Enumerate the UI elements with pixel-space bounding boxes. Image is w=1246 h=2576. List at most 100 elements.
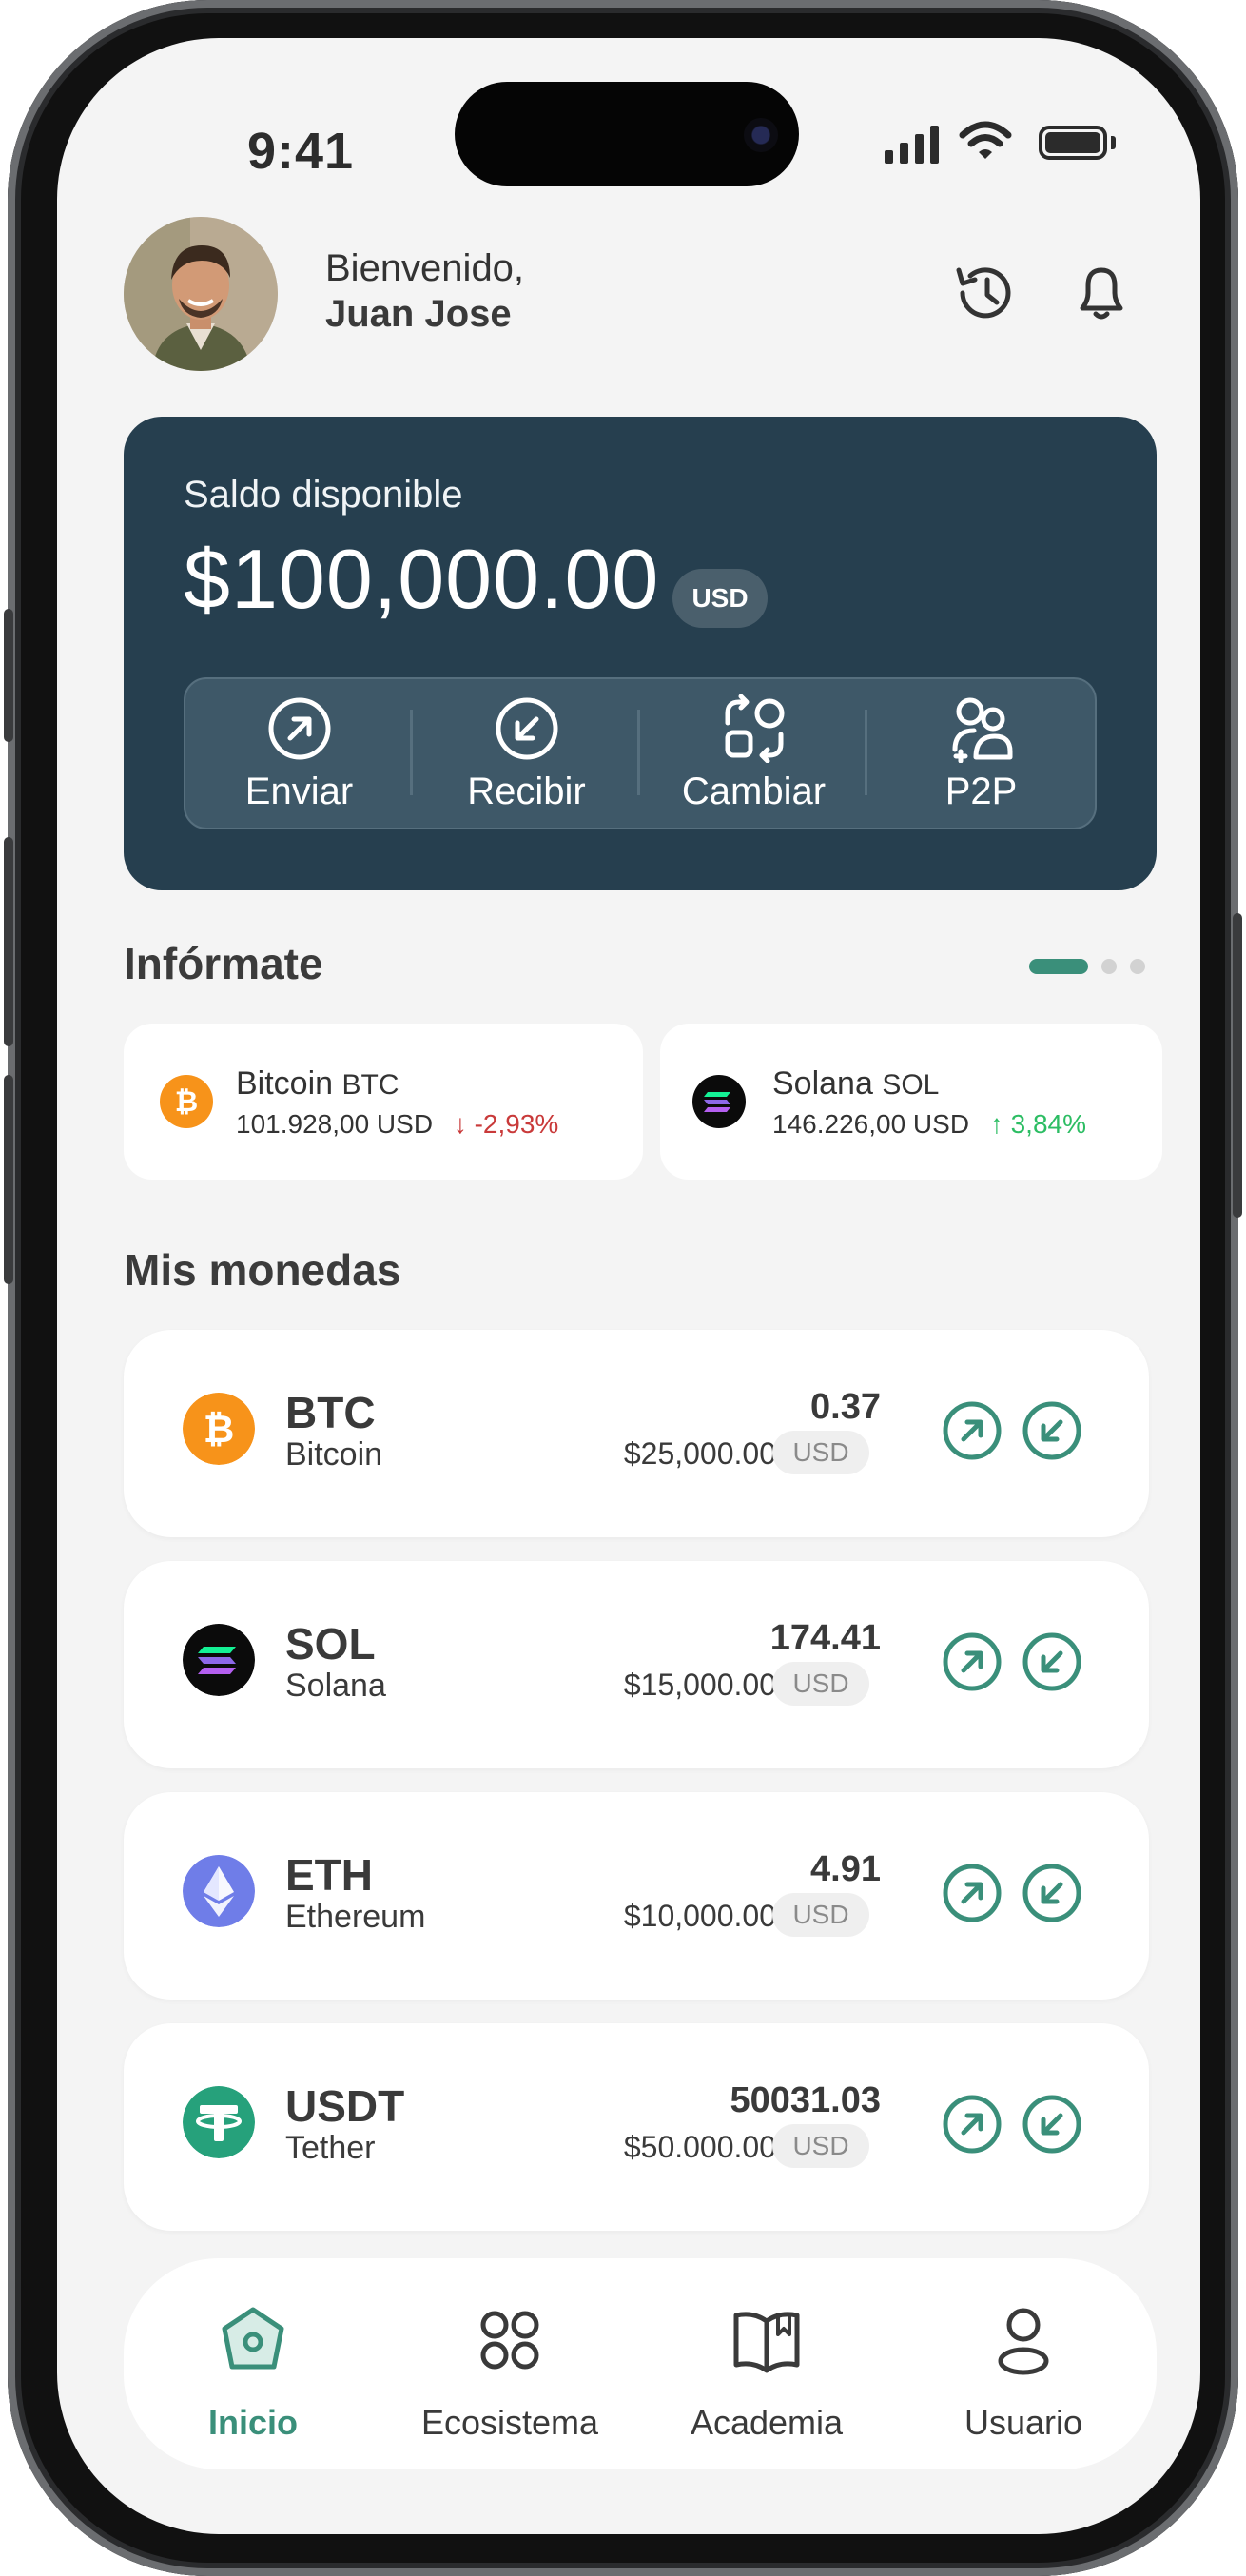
avatar[interactable]	[124, 217, 278, 371]
coin-symbol: ETH	[285, 1850, 373, 1900]
solana-icon	[692, 1075, 746, 1128]
volume-down-button	[4, 1075, 13, 1284]
send-arrow-icon[interactable]	[942, 1631, 1003, 1692]
app-screen: 9:41 Bienvenido, Juan Jose Saldo disponi…	[57, 38, 1200, 2534]
carousel-dot[interactable]	[1101, 959, 1117, 974]
ticker-card-btc[interactable]: ₿ Bitcoin BTC 101.928,00 USD ↓ -2,93%	[124, 1024, 643, 1180]
coin-name: Bitcoin	[285, 1436, 383, 1473]
volume-up-button	[4, 837, 13, 1046]
ticker-symbol: SOL	[882, 1069, 940, 1101]
coin-usd-value: $15,000.00	[623, 1668, 776, 1702]
coins-section-title: Mis monedas	[124, 1245, 401, 1295]
receive-arrow-icon[interactable]	[1022, 1863, 1082, 1923]
bitcoin-icon: ₿	[183, 1393, 255, 1465]
nav-item-inicio[interactable]: Inicio	[148, 2258, 358, 2469]
coin-usd-value: $50.000.00	[623, 2130, 776, 2164]
home-icon	[222, 2307, 284, 2370]
send-arrow-icon[interactable]	[942, 1400, 1003, 1461]
nav-item-academia[interactable]: Academia	[662, 2258, 871, 2469]
coin-row-usdt[interactable]: USDT Tether 50031.03 $50.000.00 USD	[124, 2023, 1149, 2231]
nav-label: Academia	[690, 2403, 844, 2442]
coin-amount: 50031.03	[730, 2080, 882, 2120]
ticker-name-text: Solana	[772, 1065, 873, 1102]
coin-amount: 0.37	[810, 1387, 881, 1427]
coin-name: Solana	[285, 1668, 386, 1704]
p2p-button[interactable]: P2P	[867, 679, 1095, 828]
coin-symbol: BTC	[285, 1388, 376, 1437]
send-label: Enviar	[244, 771, 354, 812]
coin-row-eth[interactable]: ETH Ethereum 4.91 $10,000.00 USD	[124, 1792, 1149, 2000]
coin-name: Tether	[285, 2130, 376, 2166]
receive-arrow-icon[interactable]	[1022, 1631, 1082, 1692]
send-arrow-icon[interactable]	[942, 2094, 1003, 2155]
ticker-change-down: ↓ -2,93%	[453, 1109, 559, 1139]
book-icon	[733, 2312, 800, 2373]
exchange-button[interactable]: Cambiar	[640, 679, 867, 828]
p2p-label: P2P	[944, 771, 1018, 812]
ticker-name-text: Bitcoin	[236, 1065, 334, 1102]
grid-circles-icon	[480, 2311, 539, 2370]
balance-amount: $100,000.00	[184, 532, 660, 626]
wifi-icon	[959, 121, 1012, 159]
avatar-photo	[124, 217, 278, 371]
signal-icon	[885, 124, 939, 164]
nav-label: Usuario	[964, 2403, 1083, 2442]
info-section-title: Infórmate	[124, 939, 323, 988]
ticker-price-row: 101.928,00 USD ↓ -2,93%	[236, 1109, 558, 1140]
ticker-change-up: ↑ 3,84%	[989, 1109, 1086, 1139]
send-arrow-icon	[268, 697, 330, 760]
ticker-card-sol[interactable]: Solana SOL 146.226,00 USD ↑ 3,84%	[660, 1024, 1162, 1180]
send-arrow-icon[interactable]	[942, 1863, 1003, 1923]
coin-row-sol[interactable]: SOL Solana 174.41 $15,000.00 USD	[124, 1561, 1149, 1768]
send-button[interactable]: Enviar	[185, 679, 413, 828]
bitcoin-icon: ₿	[160, 1075, 213, 1128]
ticker-name: Solana SOL	[772, 1065, 939, 1103]
quick-actions: Enviar Recibir Cambiar P2P	[184, 677, 1097, 829]
ticker-price-row: 146.226,00 USD ↑ 3,84%	[772, 1109, 1086, 1140]
exchange-label: Cambiar	[681, 771, 827, 812]
carousel-dot-active[interactable]	[1029, 959, 1088, 974]
bell-icon[interactable]	[1065, 257, 1138, 329]
power-button	[1233, 913, 1242, 1218]
coin-name: Ethereum	[285, 1899, 426, 1935]
currency-pill: USD	[772, 1662, 869, 1706]
user-name: Juan Jose	[325, 293, 512, 335]
coin-symbol: SOL	[285, 1619, 376, 1669]
coin-usd-value: $10,000.00	[623, 1899, 776, 1933]
currency-pill: USD	[772, 1431, 869, 1474]
solana-icon	[183, 1624, 255, 1696]
action-button	[4, 609, 13, 742]
p2p-users-icon	[952, 697, 1012, 763]
balance-card: Saldo disponible $100,000.00 USD Enviar	[124, 417, 1157, 890]
greeting: Bienvenido,	[325, 247, 525, 289]
receive-arrow-icon[interactable]	[1022, 2094, 1082, 2155]
phone-frame: 9:41 Bienvenido, Juan Jose Saldo disponi…	[4, 0, 1242, 2576]
nav-item-ecosistema[interactable]: Ecosistema	[405, 2258, 614, 2469]
currency-pill: USD	[772, 1893, 869, 1937]
receive-label: Recibir	[467, 771, 586, 812]
carousel-dot[interactable]	[1130, 959, 1145, 974]
receive-button[interactable]: Recibir	[413, 679, 640, 828]
balance-label: Saldo disponible	[184, 474, 463, 516]
coin-symbol: USDT	[285, 2081, 405, 2131]
user-icon	[998, 2308, 1049, 2375]
receive-arrow-icon	[496, 697, 557, 760]
currency-pill: USD	[772, 2124, 869, 2168]
ethereum-icon	[183, 1855, 255, 1927]
ticker-name: Bitcoin BTC	[236, 1065, 399, 1103]
ticker-price: 146.226,00 USD	[772, 1109, 970, 1139]
coin-row-btc[interactable]: ₿ BTC Bitcoin 0.37 $25,000.00 USD	[124, 1330, 1149, 1537]
nav-label: Ecosistema	[420, 2403, 599, 2442]
nav-label: Inicio	[207, 2403, 298, 2442]
battery-cap	[1111, 136, 1116, 149]
bottom-nav: Inicio Ecosistema Academia Usuario	[124, 2258, 1157, 2469]
battery-icon	[1039, 126, 1107, 160]
nav-item-usuario[interactable]: Usuario	[919, 2258, 1128, 2469]
carousel-dots[interactable]	[1029, 959, 1145, 974]
receive-arrow-icon[interactable]	[1022, 1400, 1082, 1461]
coin-usd-value: $25,000.00	[623, 1436, 776, 1471]
ticker-symbol: BTC	[341, 1069, 399, 1101]
svg-text:₿: ₿	[204, 1409, 235, 1451]
ticker-price: 101.928,00 USD	[236, 1109, 434, 1139]
history-icon[interactable]	[949, 257, 1022, 329]
